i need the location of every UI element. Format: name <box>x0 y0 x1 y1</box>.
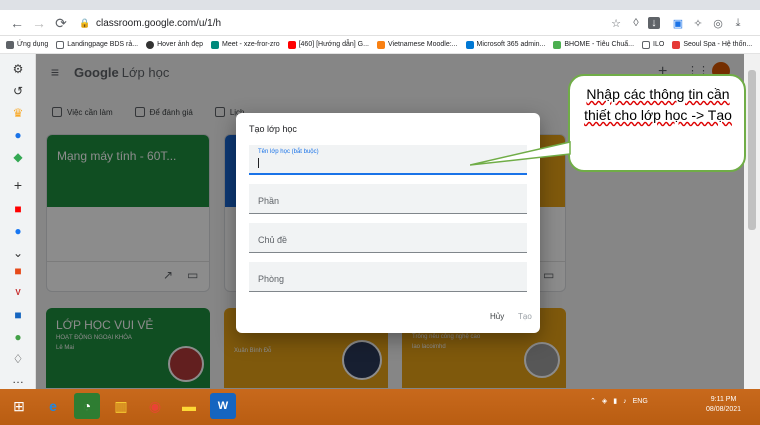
folder-icon[interactable]: ▬ <box>176 393 202 419</box>
tray-lang[interactable]: ENG <box>633 398 648 405</box>
history-icon[interactable]: ↺ <box>11 84 25 98</box>
system-tray: ⌃ ◈ ▮ ♪ ENG <box>590 397 648 406</box>
gamepad-icon[interactable]: ◆ <box>11 150 25 164</box>
bookmarks-bar: Ứng dụng Landingpage BDS rả... Hover ảnh… <box>0 36 760 54</box>
bookmark-item[interactable]: Hover ảnh đẹp <box>146 40 203 49</box>
app-green-icon[interactable]: ◔ <box>74 393 100 419</box>
start-windows-icon[interactable]: ⊞ <box>6 393 32 419</box>
settings-icon[interactable]: ⚙ <box>11 62 25 76</box>
chevron-down-icon[interactable]: ⌄ <box>11 246 25 260</box>
section-field[interactable]: Phần <box>249 184 527 214</box>
bell-icon[interactable]: ♢ <box>11 352 25 366</box>
dialog-title: Tạo lớp học <box>249 124 297 134</box>
download-ext-icon[interactable]: ↓ <box>648 17 660 29</box>
tray-shield-icon[interactable]: ◈ <box>602 397 607 405</box>
chrome-icon[interactable]: ◉ <box>142 393 168 419</box>
bookmark-item[interactable]: ILO <box>642 40 664 49</box>
clock-date: 08/08/2021 <box>706 406 742 413</box>
star-icon[interactable]: ☆ <box>608 15 624 31</box>
tray-arrow-icon[interactable]: ⌃ <box>590 397 596 405</box>
crown-icon[interactable]: ♛ <box>11 106 25 120</box>
chat-icon[interactable]: ● <box>11 330 25 344</box>
download-icon[interactable]: ⤓ <box>730 15 746 31</box>
vtv-icon[interactable]: V <box>11 286 25 300</box>
callout-pointer <box>470 141 571 166</box>
facebook-icon[interactable]: ● <box>11 224 25 238</box>
messenger-icon[interactable]: ● <box>11 128 25 142</box>
ext-icon[interactable]: ▣ <box>670 15 686 31</box>
clock-time: 9:11 PM <box>710 396 737 403</box>
room-field[interactable]: Phòng <box>249 262 527 292</box>
text-caret <box>258 158 259 168</box>
reload-icon[interactable]: ⟳ <box>52 14 70 32</box>
page-scrollbar[interactable] <box>744 54 760 389</box>
bookmark-item[interactable]: Landingpage BDS rả... <box>56 40 138 49</box>
youtube-icon[interactable]: ■ <box>11 202 25 216</box>
extension-shield-icon[interactable]: ◊ <box>628 15 644 31</box>
back-arrow-icon[interactable]: ← <box>8 14 26 32</box>
scrollbar-thumb[interactable] <box>748 70 756 230</box>
lock-icon: 🔒 <box>79 17 91 28</box>
cancel-button[interactable]: Hủy <box>490 312 504 321</box>
news-icon[interactable]: ■ <box>11 308 25 322</box>
bookmark-item[interactable]: [460] [Hướng dẫn] G... <box>287 40 369 49</box>
address-bar-row: ← → ⟳ 🔒 classroom.google.com/u/1/h ☆ ◊ ↓… <box>0 10 760 36</box>
windows-taskbar: ⊞ e ◔ ▥ ◉ ▬ W ⌃ ◈ ▮ ♪ ENG 9:11 PM 08/08/… <box>0 389 760 425</box>
more-icon[interactable]: … <box>11 372 25 386</box>
subject-field[interactable]: Chủ đề <box>249 223 527 253</box>
bookmark-item[interactable]: Vietnamese Moodle:... <box>376 40 458 49</box>
tray-network-icon[interactable]: ▮ <box>613 397 617 405</box>
profile-icon[interactable]: ◎ <box>710 15 726 31</box>
forward-arrow-icon[interactable]: → <box>30 14 48 32</box>
url-text: classroom.google.com/u/1/h <box>96 17 222 29</box>
word-icon[interactable]: W <box>210 393 236 419</box>
extension-sidebar: ⚙ ↺ ♛ ● ◆ + ■ ● ⌄ ■ V ■ ● ♢ … <box>0 54 36 389</box>
ie-icon[interactable]: e <box>40 393 66 419</box>
tray-volume-icon[interactable]: ♪ <box>623 398 627 405</box>
bookmark-item[interactable]: Ứng dụng <box>6 40 48 49</box>
app-icon[interactable]: ■ <box>11 264 25 278</box>
bookmark-item[interactable]: Seoul Spa - Hệ thốn... <box>672 40 752 49</box>
puzzle-icon[interactable]: ✧ <box>690 15 706 31</box>
bookmark-item[interactable]: Microsoft 365 admin... <box>465 40 545 49</box>
clock[interactable]: 9:11 PM 08/08/2021 <box>706 395 741 415</box>
file-explorer-icon[interactable]: ▥ <box>108 393 134 419</box>
bookmark-item[interactable]: Meet - xze-fror-zro <box>211 40 280 49</box>
tab-strip <box>0 0 760 10</box>
bookmark-item[interactable]: BHOME - Tiêu Chuẩ... <box>553 40 634 49</box>
callout-text: Nhập các thông tin cần thiết cho lớp học… <box>584 86 732 123</box>
add-icon[interactable]: + <box>11 178 25 192</box>
create-button[interactable]: Tạo <box>518 312 532 321</box>
url-field[interactable]: 🔒 classroom.google.com/u/1/h <box>79 14 600 32</box>
callout-annotation: Nhập các thông tin cần thiết cho lớp học… <box>568 74 746 172</box>
